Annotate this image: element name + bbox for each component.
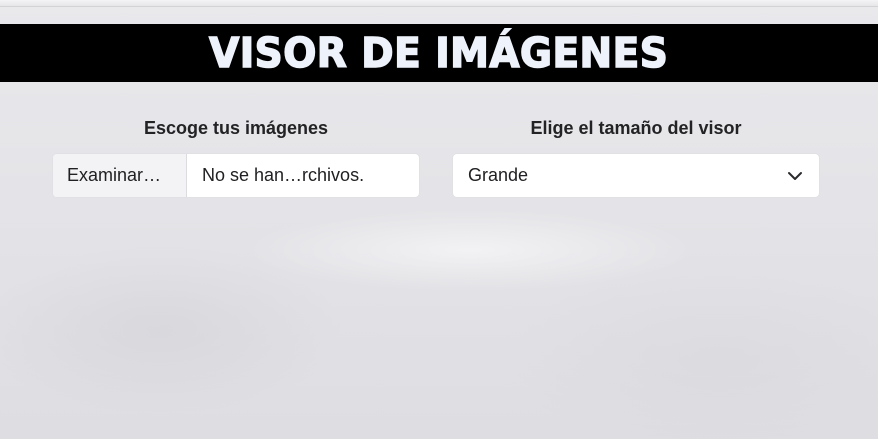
chevron-down-icon (785, 166, 805, 186)
page-title: VISOR DE IMÁGENES (209, 28, 669, 77)
title-bar: VISOR DE IMÁGENES (0, 24, 878, 82)
top-edge-strip (0, 0, 878, 7)
image-picker-group: Escoge tus imágenes Examinar… No se han…… (52, 116, 420, 198)
viewer-size-selected-value: Grande (468, 165, 529, 185)
viewer-size-group: Elige el tamaño del visor Grande (452, 116, 820, 198)
browse-button[interactable]: Examinar… (53, 154, 187, 197)
viewer-size-label: Elige el tamaño del visor (530, 118, 742, 138)
image-picker-label: Escoge tus imágenes (143, 118, 329, 138)
image-file-input[interactable]: Examinar… No se han…rchivos. (52, 153, 420, 198)
viewer-size-select[interactable]: Grande (452, 153, 820, 198)
file-status-text: No se han…rchivos. (202, 165, 365, 185)
